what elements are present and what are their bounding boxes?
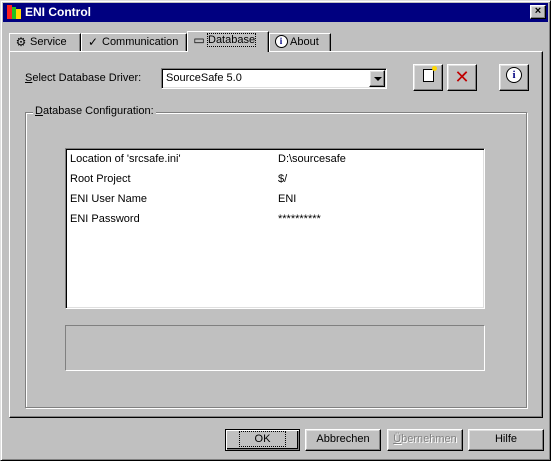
chevron-down-icon[interactable]: [369, 70, 385, 87]
app-icon: [6, 4, 22, 20]
tab-about[interactable]: i About: [269, 33, 331, 51]
config-key: ENI User Name: [70, 193, 148, 205]
flag-icon: ✓: [87, 35, 99, 49]
info-icon: i: [506, 67, 522, 84]
tab-database[interactable]: ▭ Database: [187, 31, 269, 52]
driver-label: Select Database Driver:: [25, 72, 142, 84]
tab-communication[interactable]: ✓ Communication: [81, 33, 187, 51]
list-item[interactable]: ENI User Name ENI: [70, 191, 480, 209]
config-key: Location of 'srcsafe.ini': [70, 153, 181, 165]
list-item[interactable]: ENI Password **********: [70, 211, 480, 229]
delete-driver-button[interactable]: ✕: [447, 64, 477, 91]
tab-label: About: [290, 36, 319, 48]
group-legend: Database Configuration:: [33, 105, 156, 117]
driver-select-value: SourceSafe 5.0: [166, 72, 242, 84]
config-key: Root Project: [70, 173, 131, 185]
driver-select[interactable]: SourceSafe 5.0: [161, 68, 387, 89]
config-key: ENI Password: [70, 213, 140, 225]
config-value: D:\sourcesafe: [278, 153, 346, 165]
new-document-icon: [422, 65, 437, 82]
list-item[interactable]: Location of 'srcsafe.ini' D:\sourcesafe: [70, 151, 480, 169]
window-title: ENI Control: [25, 5, 91, 19]
help-button[interactable]: Hilfe: [468, 429, 544, 451]
ok-button[interactable]: OK: [225, 429, 300, 451]
tab-label: Communication: [102, 36, 179, 48]
delete-icon: ✕: [454, 67, 470, 87]
config-value: ENI: [278, 193, 297, 205]
eni-control-window: ENI Control × ⚙ Service ✓ Communication …: [0, 0, 551, 461]
new-driver-button[interactable]: [413, 64, 443, 91]
driver-info-button[interactable]: i: [499, 64, 529, 91]
apply-button: Übernehmen: [387, 429, 463, 451]
tab-label: Service: [30, 36, 67, 48]
tab-label: Database: [206, 33, 257, 47]
cancel-button[interactable]: Abbrechen: [305, 429, 381, 451]
gears-icon: ⚙: [15, 35, 27, 49]
tab-service[interactable]: ⚙ Service: [9, 33, 81, 51]
description-box: [65, 325, 485, 371]
configuration-list[interactable]: Location of 'srcsafe.ini' D:\sourcesafe …: [65, 148, 485, 309]
config-value: $/: [278, 173, 288, 185]
list-item[interactable]: Root Project $/: [70, 171, 480, 189]
database-icon: ▭: [193, 33, 205, 47]
config-value: **********: [278, 213, 321, 225]
close-button[interactable]: ×: [530, 5, 546, 19]
title-bar[interactable]: ENI Control ×: [3, 3, 548, 22]
info-icon: i: [274, 34, 288, 49]
close-icon: ×: [534, 5, 542, 17]
